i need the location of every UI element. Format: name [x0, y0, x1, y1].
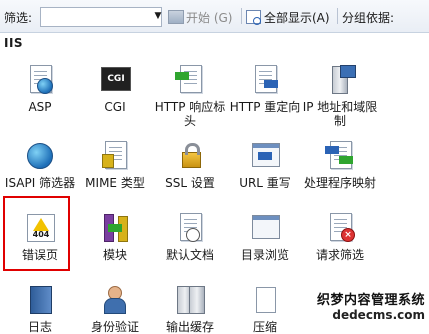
feature-cgi[interactable]: CGI CGI: [77, 64, 153, 114]
http-response-headers-icon: [175, 64, 205, 94]
feature-label: 输出缓存: [165, 320, 214, 334]
feature-request-filtering[interactable]: × 请求筛选: [302, 212, 378, 262]
isapi-filters-icon: [25, 140, 55, 170]
feature-asp[interactable]: ASP: [2, 64, 78, 114]
show-all-button[interactable]: 全部显示(A): [246, 9, 330, 26]
start-icon: [168, 10, 184, 24]
feature-isapi-filters[interactable]: ISAPI 筛选器: [2, 140, 78, 190]
compression-icon: [250, 284, 280, 314]
feature-label: 模块: [102, 248, 127, 262]
feature-http-response-headers[interactable]: HTTP 响应标头: [152, 64, 228, 128]
show-all-icon: [246, 10, 261, 25]
feature-authentication[interactable]: 身份验证: [77, 284, 153, 334]
watermark: 织梦内容管理系统 dedecms.com: [317, 289, 425, 322]
toolbar-separator: [337, 8, 338, 24]
feature-label: ASP: [28, 100, 52, 114]
feature-label: 目录浏览: [240, 248, 289, 262]
feature-label: URL 重写: [239, 176, 291, 190]
feature-label: CGI: [104, 100, 126, 114]
watermark-line1: 织梦内容管理系统: [316, 293, 425, 308]
feature-label: 请求筛选: [315, 248, 364, 262]
logging-icon: [25, 284, 55, 314]
url-rewrite-icon: [250, 140, 280, 170]
feature-label: 压缩: [252, 320, 277, 334]
feature-url-rewrite[interactable]: URL 重写: [227, 140, 303, 190]
feature-label: ISAPI 筛选器: [4, 176, 76, 190]
feature-label: MIME 类型: [85, 176, 145, 190]
feature-label: 日志: [27, 320, 52, 334]
feature-label: 身份验证: [90, 320, 139, 334]
filter-label: 筛选:: [4, 11, 33, 25]
group-by-label[interactable]: 分组依据:: [342, 9, 394, 26]
feature-http-redirect[interactable]: HTTP 重定向: [227, 64, 303, 114]
mime-types-icon: [100, 140, 130, 170]
feature-default-document[interactable]: 默认文档: [152, 212, 228, 262]
start-label: 开始 (G): [186, 11, 233, 25]
default-document-icon: [175, 212, 205, 242]
http-redirect-icon: [250, 64, 280, 94]
error-pages-highlight: [3, 196, 70, 271]
show-all-label: 全部显示(A): [264, 11, 330, 25]
feature-label: IP 地址和域限制: [302, 100, 378, 128]
handler-mappings-icon: [325, 140, 355, 170]
authentication-icon: [100, 284, 130, 314]
asp-icon: [25, 64, 55, 94]
feature-compression[interactable]: 压缩: [227, 284, 303, 334]
feature-label: 默认文档: [165, 248, 214, 262]
feature-label: SSL 设置: [165, 176, 215, 190]
feature-output-caching[interactable]: 输出缓存: [152, 284, 228, 334]
feature-logging[interactable]: 日志: [2, 284, 78, 334]
request-filtering-icon: ×: [325, 212, 355, 242]
feature-handler-mappings[interactable]: 处理程序映射: [302, 140, 378, 190]
feature-mime-types[interactable]: MIME 类型: [77, 140, 153, 190]
ssl-settings-icon: [175, 140, 205, 170]
output-caching-icon: [175, 284, 205, 314]
toolbar-separator: [241, 8, 242, 24]
feature-modules[interactable]: 模块: [77, 212, 153, 262]
section-title: IIS: [4, 36, 24, 50]
toolbar: 筛选: ▼ 开始 (G) 全部显示(A) 分组依据:: [0, 0, 429, 33]
filter-input[interactable]: [40, 7, 162, 27]
ip-domain-restrictions-icon: [325, 64, 356, 94]
start-button[interactable]: 开始 (G): [168, 9, 232, 26]
feature-label: 处理程序映射: [303, 176, 376, 190]
modules-icon: [100, 212, 130, 242]
feature-label: HTTP 响应标头: [154, 100, 226, 128]
feature-ip-domain-restrictions[interactable]: IP 地址和域限制: [302, 64, 378, 128]
feature-ssl-settings[interactable]: SSL 设置: [152, 140, 228, 190]
cgi-icon: CGI: [100, 64, 131, 94]
feature-directory-browsing[interactable]: 目录浏览: [227, 212, 303, 262]
watermark-line2: dedecms.com: [332, 308, 425, 322]
feature-label: HTTP 重定向: [229, 100, 301, 114]
directory-browsing-icon: [250, 212, 280, 242]
filter-dropdown-icon[interactable]: ▼: [153, 9, 163, 23]
